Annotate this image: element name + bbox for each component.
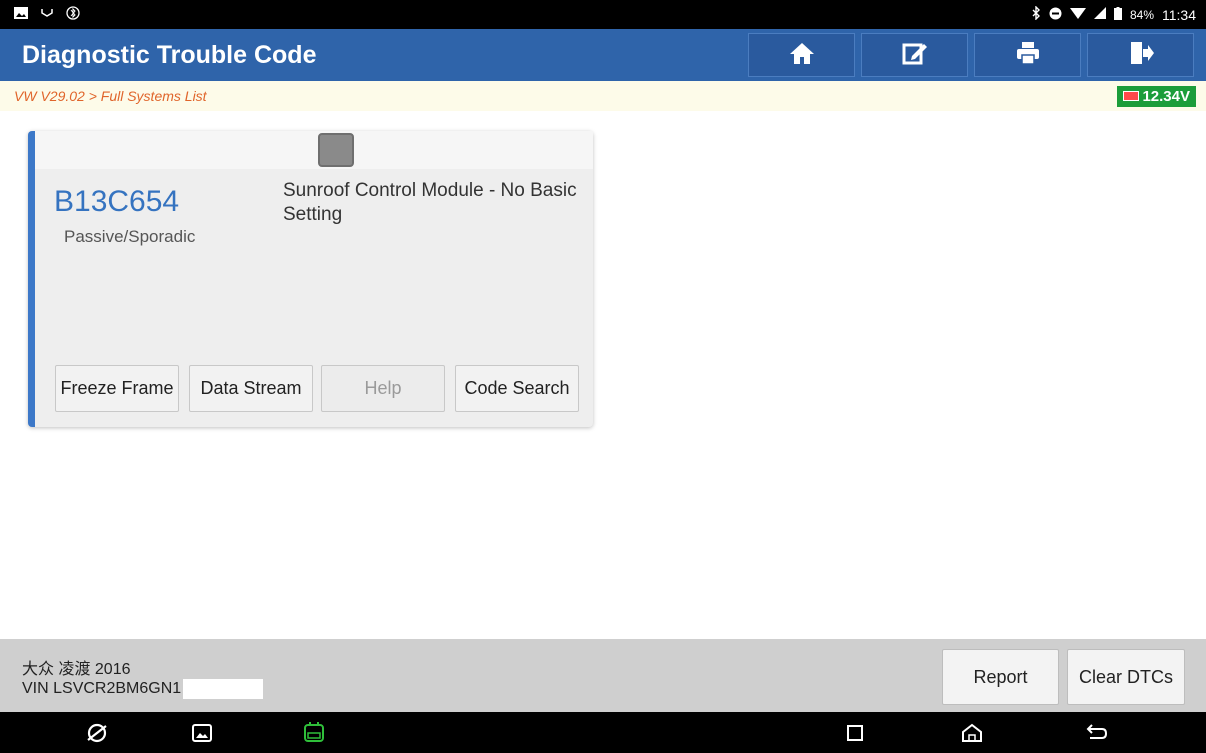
code-search-button[interactable]: Code Search [455,365,579,412]
status-bar: 84% 11:34 [0,0,1206,29]
dtc-description: Sunroof Control Module - No Basic Settin… [283,180,577,225]
breadcrumb-bar: VW V29.02 > Full Systems List 12.34V [0,81,1206,111]
page-title: Diagnostic Trouble Code [22,40,317,69]
clock: 11:34 [1162,6,1196,23]
app-header: Diagnostic Trouble Code [0,29,1206,81]
dtc-code: B13C654 [54,185,180,218]
status-indicators: 84% 11:34 [1031,5,1196,23]
bluetooth-circle-icon [66,6,80,23]
edit-icon [902,41,928,70]
exit-button[interactable] [1087,33,1194,77]
wifi-icon [1069,7,1086,22]
bluetooth-icon [1031,5,1041,23]
vin-text: VIN LSVCR2BM6GN1 [22,680,182,698]
dtc-select-checkbox[interactable] [318,133,354,167]
data-stream-button[interactable]: Data Stream [189,365,313,412]
card-header [35,131,593,169]
signal-icon [1093,7,1106,22]
battery-percent: 84% [1129,7,1154,22]
voltage-badge: 12.34V [1117,85,1196,107]
vin-redaction [183,679,264,699]
home-icon [789,41,815,70]
footer-bar: 大众 凌渡 2016 VIN LSVCR2BM6GN1 Report Clear… [0,639,1206,712]
report-button[interactable]: Report [942,649,1059,705]
vci-icon[interactable] [302,722,326,744]
clear-dtcs-button[interactable]: Clear DTCs [1067,649,1185,705]
print-button[interactable] [974,33,1081,77]
vehicle-name: 大众 凌渡 2016 [22,661,131,678]
help-button[interactable]: Help [321,365,445,412]
image-notification-icon [14,7,28,22]
recents-icon[interactable] [843,722,867,744]
battery-status-icon [1113,6,1122,23]
browser-icon[interactable] [85,722,109,744]
exit-icon [1128,41,1154,70]
home-button[interactable] [748,33,855,77]
dtc-card: B13C654 Passive/Sporadic Sunroof Control… [28,131,593,427]
car-battery-icon [1123,91,1140,101]
dtc-status: Passive/Sporadic [64,227,196,246]
home-nav-icon[interactable] [960,722,984,744]
print-icon [1015,41,1041,70]
dnd-icon [1049,7,1062,23]
gallery-icon[interactable] [190,722,214,744]
back-icon[interactable] [1085,722,1109,744]
status-notifications [14,6,80,23]
freeze-frame-button[interactable]: Freeze Frame [55,365,179,412]
usb-debug-icon [40,7,54,22]
voltage-value: 12.34V [1142,87,1190,105]
edit-button[interactable] [861,33,968,77]
system-nav-bar [0,712,1206,753]
vin-line: VIN LSVCR2BM6GN1 [22,679,264,699]
breadcrumb: VW V29.02 > Full Systems List [14,88,207,104]
